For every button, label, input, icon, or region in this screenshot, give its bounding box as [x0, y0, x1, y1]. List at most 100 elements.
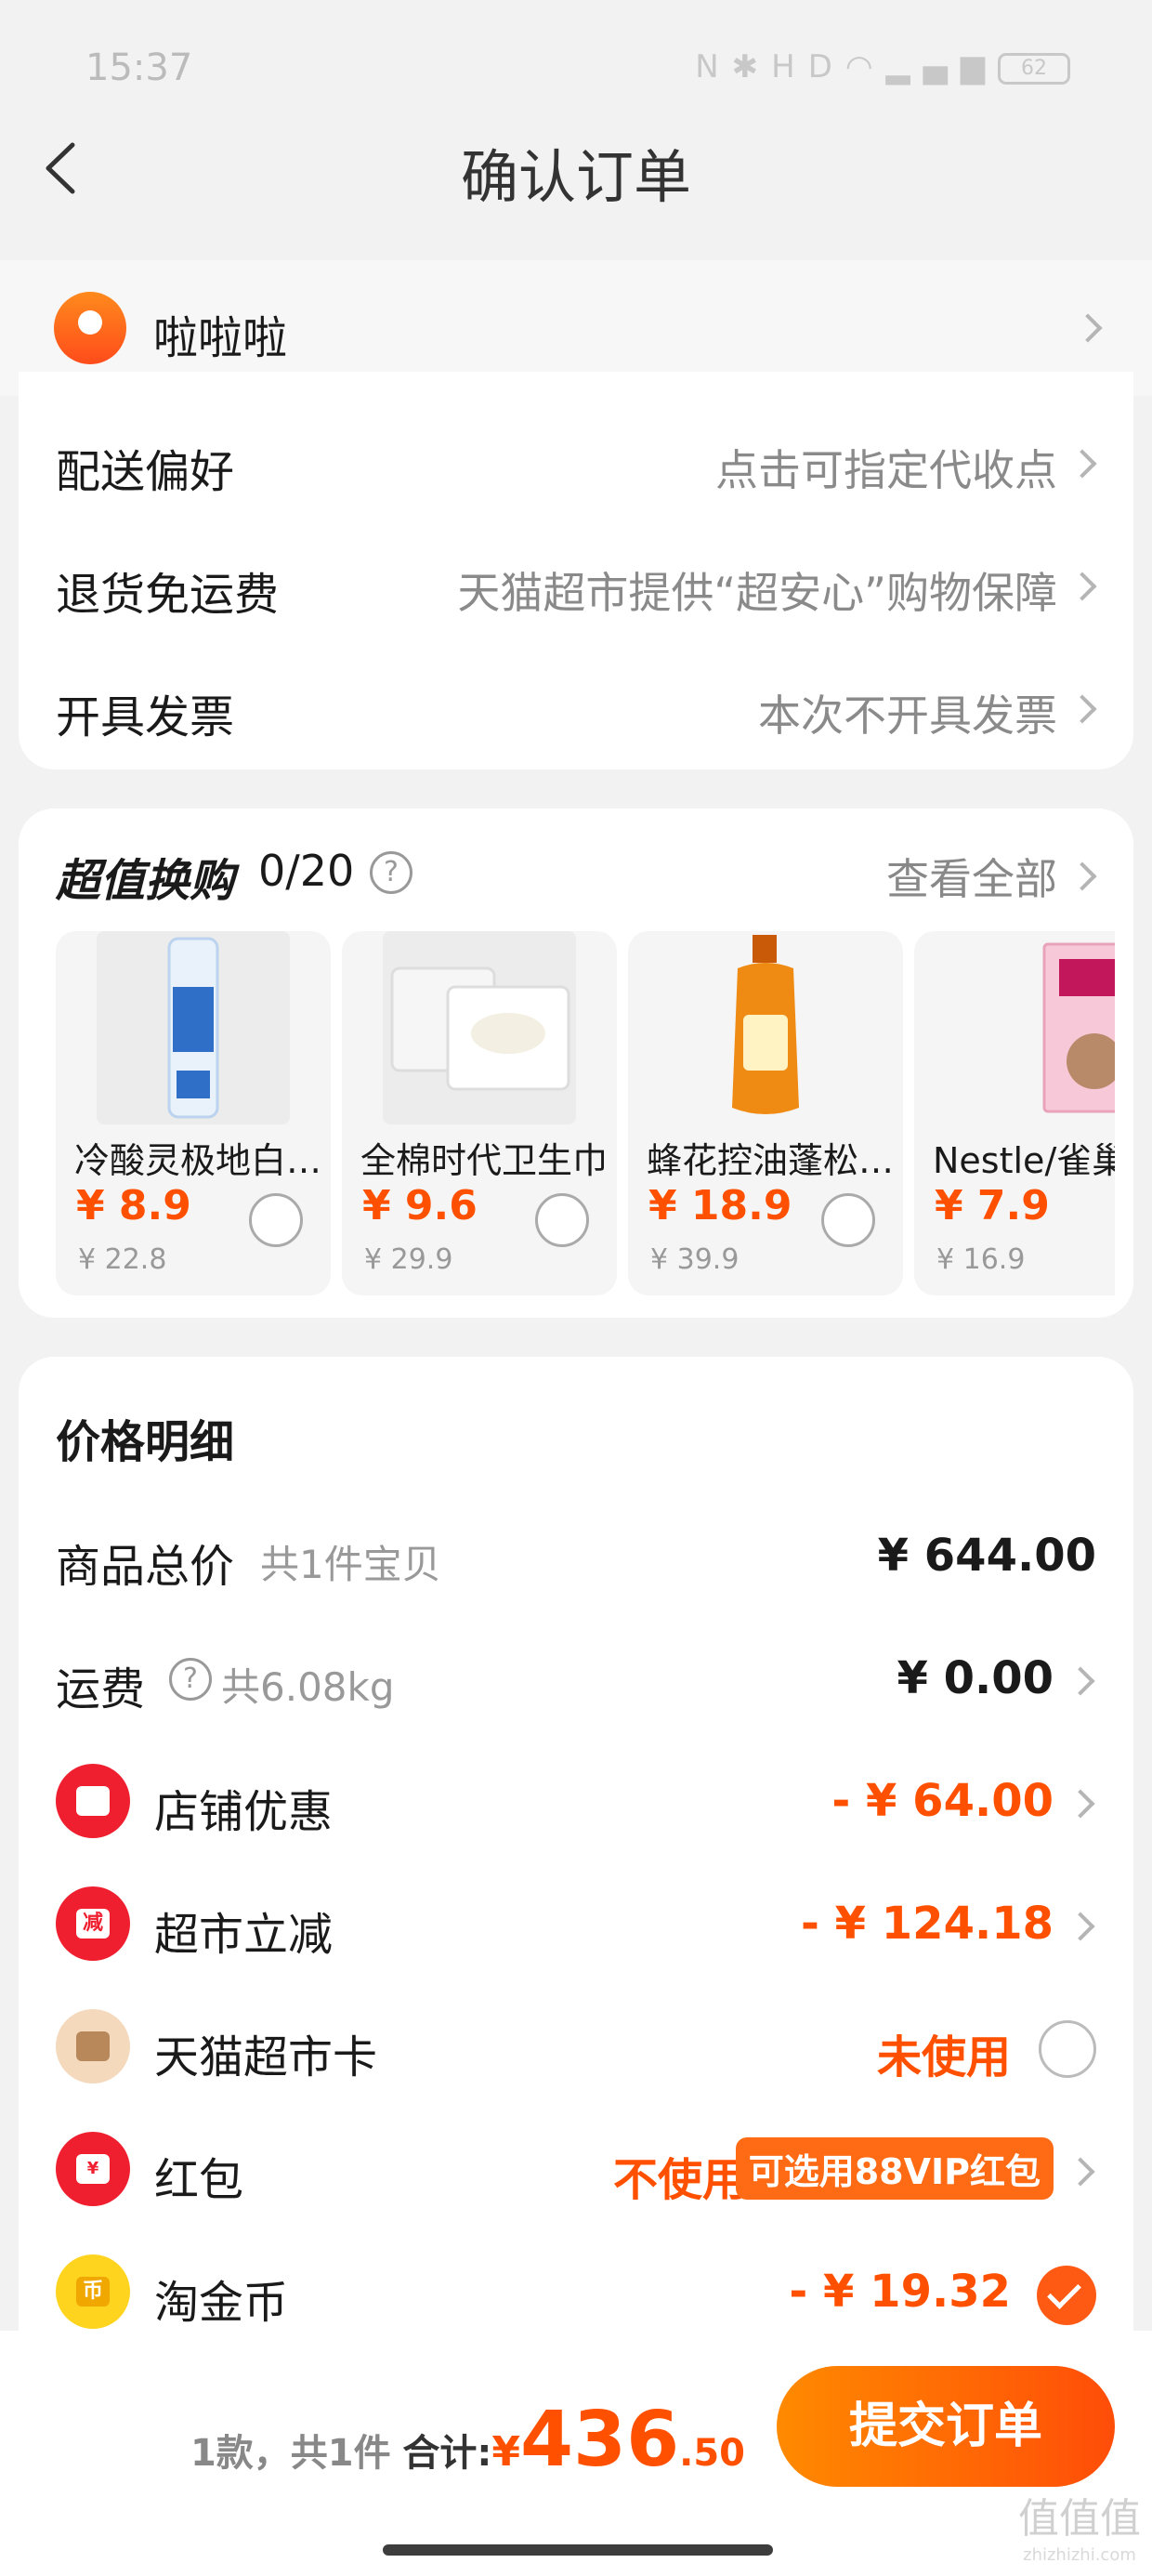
item-count: 1款，共1件	[190, 2432, 391, 2475]
swap-deal-card: 超值换购 0/20 ? 查看全部 冷酸灵极地白牙膏 ¥ 8.9 ¥ 22.8 全…	[19, 808, 1133, 1318]
chevron-right-icon	[1073, 313, 1103, 343]
status-icons: N✱HD◠▂▄▆ 62	[695, 48, 1070, 85]
section-title: 价格明细	[56, 1416, 235, 1468]
price-label: 天猫超市卡	[154, 2031, 378, 2083]
coin-icon: 币	[56, 2254, 130, 2329]
price-value: ¥ 0.00	[897, 1652, 1054, 1704]
product-original-price: ¥ 39.9	[650, 1243, 740, 1276]
product-original-price: ¥ 22.8	[78, 1243, 167, 1276]
submit-order-button[interactable]: 提交订单	[777, 2366, 1115, 2487]
ticket-icon	[56, 1764, 130, 1838]
price-detail-card: 价格明细 商品总价 共1件宝贝 ¥ 644.00 运费 ? 共6.08kg ¥ …	[19, 1357, 1133, 2360]
product-name: 冷酸灵极地白牙膏	[74, 1140, 323, 1181]
total-label: 合计:	[402, 2432, 492, 2475]
product-price: ¥ 8.9	[76, 1182, 191, 1229]
swap-product[interactable]: 冷酸灵极地白牙膏 ¥ 8.9 ¥ 22.8	[56, 931, 331, 1295]
location-pin-icon	[54, 292, 126, 364]
price-row-store-discount[interactable]: 店铺优惠 - ¥ 64.00	[56, 1741, 1096, 1864]
card-toggle-radio[interactable]	[1039, 2020, 1096, 2078]
vip-red-packet-badge[interactable]: 可选用88VIP红包	[735, 2137, 1054, 2200]
product-original-price: ¥ 16.9	[936, 1243, 1026, 1276]
coin-checked-radio[interactable]	[1037, 2266, 1096, 2325]
product-price: ¥ 18.9	[648, 1182, 792, 1229]
red-packet-icon: ¥	[56, 2132, 130, 2206]
product-name: 全棉时代卫生巾	[360, 1140, 609, 1181]
price-sub: 共6.08kg	[221, 1664, 395, 1710]
price-label: 店铺优惠	[154, 1786, 334, 1838]
page-title: 确认订单	[460, 143, 691, 211]
option-label: 退货免运费	[56, 569, 280, 621]
price-label: 淘金币	[154, 2277, 289, 2329]
chevron-right-icon	[1066, 1666, 1095, 1696]
swap-count: 0/20	[258, 846, 355, 896]
delivery-preference-row[interactable]: 配送偏好 点击可指定代收点	[56, 401, 1097, 522]
checkout-footer: 1款，共1件 合计:¥436.50 提交订单 值值值 zhizhizhi.com	[0, 2331, 1152, 2576]
wifi-icon: ◠	[844, 48, 886, 85]
help-icon[interactable]: ?	[370, 851, 412, 894]
price-row-supermarket-discount[interactable]: 减 超市立减 - ¥ 124.18	[56, 1864, 1096, 1987]
price-value: 未使用	[876, 2031, 1011, 2083]
free-return-row[interactable]: 退货免运费 天猫超市提供“超安心”购物保障	[56, 524, 1097, 645]
price-value: - ¥ 19.32	[789, 2266, 1011, 2318]
price-row-red-packet[interactable]: ¥ 红包 不使用 可选用88VIP红包	[56, 2109, 1096, 2232]
product-image	[669, 931, 862, 1124]
product-price: ¥ 9.6	[362, 1182, 478, 1229]
chevron-right-icon	[1066, 1912, 1095, 1941]
currency-symbol: ¥	[491, 2428, 520, 2476]
discount-icon: 减	[56, 1886, 130, 1961]
signal-icon: ▂▄▆	[885, 48, 998, 85]
hd-icon: HD	[771, 48, 845, 85]
view-all-link[interactable]: 查看全部	[886, 846, 1057, 907]
product-name: Nestle/雀巢	[933, 1140, 1115, 1181]
price-row-tmall-card[interactable]: 天猫超市卡 未使用	[56, 1987, 1096, 2109]
price-value: - ¥ 64.00	[831, 1775, 1054, 1827]
select-radio[interactable]	[821, 1193, 875, 1247]
swap-product[interactable]: Nestle/雀巢 ¥ 7.9 ¥ 16.9	[914, 931, 1115, 1295]
product-price: ¥ 7.9	[935, 1182, 1050, 1229]
total-integer: 436	[519, 2396, 680, 2484]
help-icon[interactable]: ?	[169, 1658, 212, 1701]
price-label: 超市立减	[154, 1909, 334, 1961]
select-radio[interactable]	[535, 1193, 589, 1247]
order-options-card: 配送偏好 点击可指定代收点 退货免运费 天猫超市提供“超安心”购物保障 开具发票…	[19, 372, 1133, 769]
swap-product[interactable]: 全棉时代卫生巾 ¥ 9.6 ¥ 29.9	[342, 931, 617, 1295]
bluetooth-icon: ✱	[731, 48, 772, 85]
chevron-right-icon	[1066, 1789, 1095, 1819]
watermark-logo: 值值值	[1018, 2495, 1141, 2543]
swap-title: 超值换购	[56, 855, 235, 907]
chevron-right-icon	[1067, 861, 1097, 891]
select-radio[interactable]	[249, 1193, 303, 1247]
invoice-row[interactable]: 开具发票 本次不开具发票	[56, 647, 1097, 768]
option-value: 天猫超市提供“超安心”购物保障	[457, 568, 1057, 618]
price-value: ¥ 644.00	[877, 1530, 1096, 1582]
battery-icon: 62	[998, 52, 1070, 85]
nav-header: 确认订单	[0, 102, 1152, 232]
status-time: 15:37	[85, 46, 193, 89]
swap-product[interactable]: 蜂花控油蓬松洗发水 ¥ 18.9 ¥ 39.9	[628, 931, 903, 1295]
total-decimal: .50	[679, 2432, 745, 2475]
product-original-price: ¥ 29.9	[364, 1243, 453, 1276]
home-indicator[interactable]	[383, 2544, 773, 2556]
address-name: 啦啦啦	[153, 312, 288, 364]
chevron-right-icon	[1066, 2157, 1095, 2187]
option-value: 点击可指定代收点	[715, 445, 1057, 495]
watermark-url: zhizhizhi.com	[1023, 2545, 1136, 2565]
price-row-shipping[interactable]: 运费 ? 共6.08kg ¥ 0.00	[56, 1619, 1096, 1741]
chevron-right-icon	[1067, 694, 1097, 724]
price-value: - ¥ 124.18	[801, 1898, 1054, 1950]
option-label: 开具发票	[56, 691, 235, 743]
product-image	[97, 931, 290, 1124]
card-icon	[56, 2009, 130, 2083]
discount-icon-text: 减	[76, 1909, 110, 1939]
watermark: 值值值 zhizhizhi.com	[1018, 2496, 1141, 2569]
product-image	[955, 931, 1115, 1124]
product-name: 蜂花控油蓬松洗发水	[647, 1140, 896, 1181]
nfc-icon: N	[695, 48, 732, 85]
option-label: 配送偏好	[56, 446, 235, 498]
swap-product-list: 冷酸灵极地白牙膏 ¥ 8.9 ¥ 22.8 全棉时代卫生巾 ¥ 9.6 ¥ 29…	[56, 931, 1115, 1295]
order-summary: 1款，共1件 合计:¥436.50	[190, 2396, 745, 2484]
chevron-right-icon	[1067, 572, 1097, 601]
chevron-right-icon	[1067, 449, 1097, 479]
option-value: 本次不开具发票	[758, 690, 1057, 741]
price-value: 不使用	[612, 2154, 747, 2206]
